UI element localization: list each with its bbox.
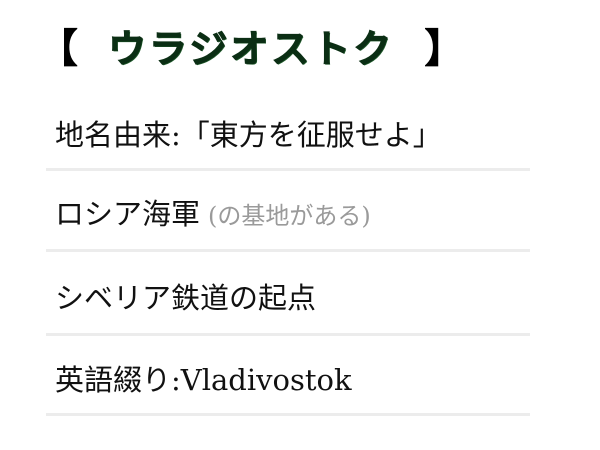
title-text: ウラジオストク <box>107 27 395 71</box>
item-text: 地名由来:「東方を征服せよ」 <box>55 118 442 152</box>
open-bracket: 【 <box>38 26 78 72</box>
list-item-navy: ロシア海軍 (の基地がある) <box>46 171 530 252</box>
list-item-name-origin: 地名由来:「東方を征服せよ」 <box>46 112 530 171</box>
list-item-english-spelling: 英語綴り:Vladivostok <box>46 336 530 416</box>
item-text: シベリア鉄道の起点 <box>55 281 317 315</box>
close-bracket: 】 <box>424 26 465 72</box>
item-text: ロシア海軍 <box>55 197 201 231</box>
item-note: (の基地がある) <box>208 202 371 230</box>
item-text: 英語綴り:Vladivostok <box>55 363 352 397</box>
page-title: 【 ウラジオストク 】 <box>38 18 464 80</box>
list-item-railway: シベリア鉄道の起点 <box>46 252 530 336</box>
fact-list: 地名由来:「東方を征服せよ」 ロシア海軍 (の基地がある) シベリア鉄道の起点 … <box>46 112 530 416</box>
